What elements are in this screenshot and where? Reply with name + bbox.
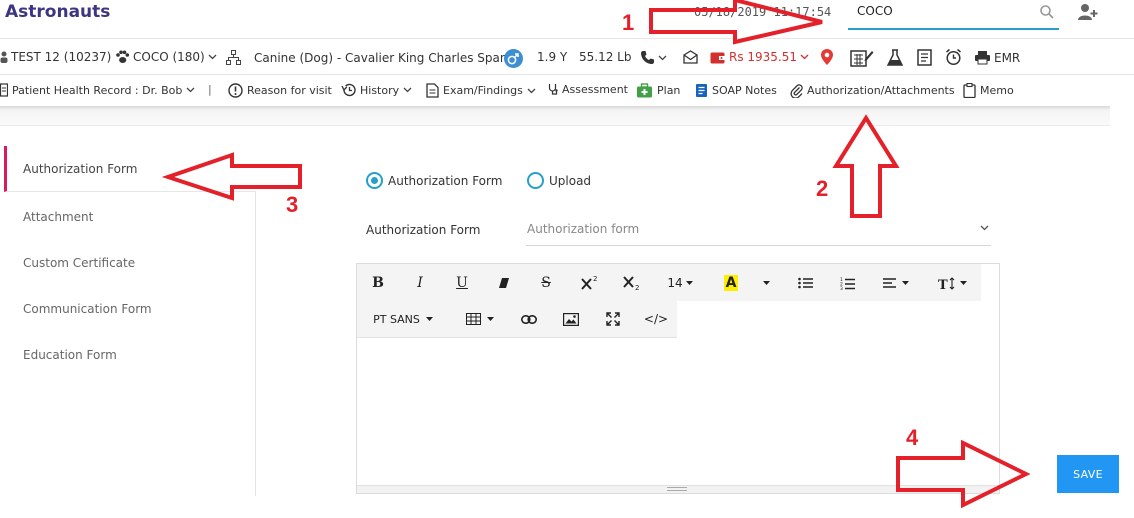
annotation-number-3: 3 (286, 192, 299, 217)
annotation-number-1: 1 (622, 10, 635, 35)
annotation-number-4: 4 (906, 425, 919, 450)
annotation-arrow-1-icon (649, 0, 823, 45)
annotation-number-2: 2 (816, 176, 829, 201)
annotation-arrow-4-icon (896, 439, 1031, 509)
annotation-arrows (161, 0, 1031, 509)
annotation-arrow-2-icon (832, 114, 900, 218)
annotation-arrow-3-icon (161, 152, 302, 201)
